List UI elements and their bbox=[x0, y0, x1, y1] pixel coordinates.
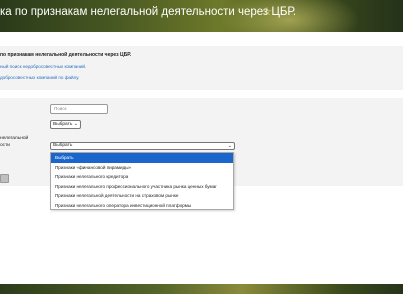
activity-type-select[interactable]: Выбрать ⌄ bbox=[50, 142, 235, 150]
dropdown-option[interactable]: Выбрать bbox=[51, 153, 233, 163]
file-search-link[interactable]: добросовестных компаний по файлу. bbox=[0, 75, 79, 80]
footer-banner bbox=[0, 284, 403, 294]
dropdown-option[interactable]: Признаки «финансовой пирамиды» bbox=[51, 163, 233, 173]
chevron-down-icon: ⌄ bbox=[73, 121, 78, 127]
submit-button[interactable] bbox=[0, 174, 9, 183]
filter-select[interactable]: Выбрать ⌄ bbox=[50, 120, 81, 129]
activity-label-line1: нелегальной bbox=[0, 136, 29, 141]
dropdown-option[interactable]: Признаки нелегального оператора инвестиц… bbox=[51, 201, 233, 211]
info-heading: по признакам нелегальной деятельности че… bbox=[0, 52, 132, 58]
dropdown-option[interactable]: Признаки нелегальной деятельности на стр… bbox=[51, 191, 233, 201]
info-panel: по признакам нелегальной деятельности че… bbox=[0, 46, 403, 90]
activity-label-line2: ости bbox=[0, 143, 10, 148]
dropdown-option[interactable]: Признаки нелегального профессионального … bbox=[51, 182, 233, 192]
page-title: ка по признакам нелегальной деятельности… bbox=[0, 6, 297, 18]
activity-type-dropdown: Выбрать Признаки «финансовой пирамиды» П… bbox=[50, 152, 234, 210]
search-link[interactable]: ный поиск недобросовестных компаний. bbox=[0, 64, 86, 69]
star-icon[interactable]: ☆ bbox=[262, 5, 272, 18]
search-input[interactable]: Поиск bbox=[50, 104, 108, 114]
header-banner: ка по признакам нелегальной деятельности… bbox=[0, 0, 403, 32]
filter-select-value: Выбрать bbox=[53, 122, 73, 127]
activity-type-select-value: Выбрать bbox=[53, 143, 73, 148]
dropdown-option[interactable]: Признаки нелегального кредитора bbox=[51, 172, 233, 182]
chevron-down-icon: ⌄ bbox=[227, 143, 232, 149]
